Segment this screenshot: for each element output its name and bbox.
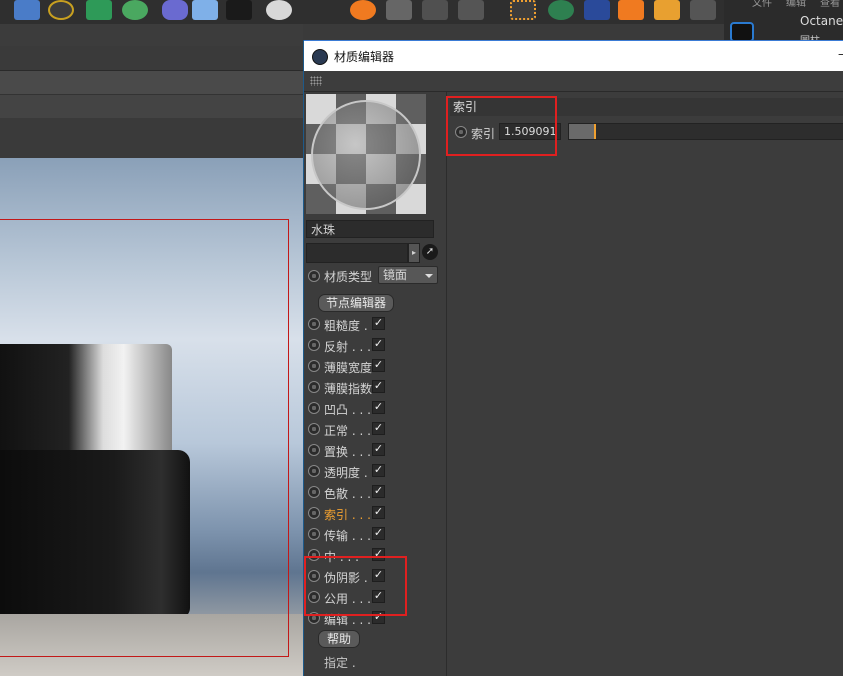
viewport-menu-bar — [0, 24, 303, 46]
object-manager-panel: 文件 编辑 查看 OctaneS 圆柱 — [724, 0, 843, 47]
material-type-radio[interactable] — [308, 270, 320, 282]
channel-row[interactable]: 置换 . . . ✓ — [308, 440, 444, 460]
channel-row[interactable]: 正常 . . . ✓ — [308, 419, 444, 439]
menu-edit[interactable]: 编辑 — [786, 0, 806, 9]
help-button[interactable]: 帮助 — [318, 630, 360, 648]
channel-checkbox[interactable]: ✓ — [372, 485, 385, 498]
snap-icon[interactable] — [458, 0, 484, 20]
cube-icon[interactable] — [14, 0, 40, 20]
viewport-toolbar — [0, 94, 303, 119]
channel-row[interactable]: 索引 . . . ✓ — [308, 503, 444, 523]
arrow-icon[interactable] — [584, 0, 610, 20]
assign-label[interactable]: 指定 . — [324, 654, 356, 671]
layer-field[interactable] — [306, 243, 408, 263]
move-icon[interactable] — [510, 0, 536, 20]
channel-radio[interactable] — [308, 318, 320, 330]
scene-item[interactable]: OctaneS — [800, 14, 843, 28]
material-preview[interactable] — [306, 94, 426, 214]
grid-icon[interactable] — [386, 0, 412, 20]
window-title: 材质编辑器 — [334, 50, 395, 64]
render-safe-frame — [0, 219, 289, 657]
channel-row[interactable]: 色散 . . . ✓ — [308, 482, 444, 502]
channel-checkbox[interactable]: ✓ — [372, 401, 385, 414]
pose-icon[interactable] — [618, 0, 644, 20]
menu-file[interactable]: 文件 — [752, 0, 772, 9]
viewport-tab-bar — [0, 70, 303, 95]
channel-label[interactable]: 反射 . . . — [324, 338, 371, 355]
material-type-label: 材质类型 — [324, 270, 373, 284]
channel-row[interactable]: 反射 . . . ✓ — [308, 335, 444, 355]
index-slider[interactable] — [568, 123, 843, 140]
preview-sphere — [311, 100, 421, 210]
channel-row[interactable]: 传输 . . . ✓ — [308, 524, 444, 544]
channel-checkbox[interactable]: ✓ — [372, 422, 385, 435]
more-icon[interactable] — [654, 0, 680, 20]
extrude-icon[interactable] — [86, 0, 112, 20]
octane-icon[interactable] — [730, 22, 754, 42]
object-icon[interactable] — [422, 0, 448, 20]
channel-label[interactable]: 透明度 . . — [324, 464, 375, 481]
material-name-field[interactable]: 水珠 — [306, 220, 434, 238]
pick-cursor-icon[interactable]: ➚ — [422, 244, 438, 260]
grip-icon[interactable] — [310, 76, 322, 86]
channel-row[interactable]: 透明度 . . ✓ — [308, 461, 444, 481]
channel-label[interactable]: 索引 . . . — [324, 506, 371, 523]
channel-checkbox[interactable]: ✓ — [372, 317, 385, 330]
material-type-row: 材质类型 镜面 — [308, 266, 444, 286]
highlight-box-index — [446, 96, 557, 156]
index-slider-knob[interactable] — [593, 124, 596, 139]
channel-row[interactable]: 粗糙度 . . . ✓ — [308, 314, 444, 334]
channel-radio[interactable] — [308, 402, 320, 414]
channel-label[interactable]: 凹凸 . . . — [324, 401, 371, 418]
editor-menu-bar — [304, 71, 843, 92]
channel-checkbox[interactable]: ✓ — [372, 527, 385, 540]
menu-view[interactable]: 查看 — [820, 0, 840, 9]
title-bar[interactable]: 材质编辑器 – — [304, 40, 843, 71]
channel-row[interactable]: 薄膜宽度 ✓ — [308, 356, 444, 376]
generator-icon[interactable] — [122, 0, 148, 20]
render-viewport[interactable] — [0, 158, 303, 676]
channel-label[interactable]: 置换 . . . — [324, 443, 371, 460]
channel-checkbox[interactable]: ✓ — [372, 464, 385, 477]
viewport-header — [0, 118, 303, 158]
index-slider-fill — [569, 124, 594, 139]
channel-radio[interactable] — [308, 486, 320, 498]
light-icon[interactable] — [266, 0, 292, 20]
channel-label[interactable]: 传输 . . . — [324, 527, 371, 544]
render-icon[interactable] — [548, 0, 574, 20]
bend-icon[interactable] — [48, 0, 74, 20]
channel-radio[interactable] — [308, 507, 320, 519]
main-toolbar — [0, 0, 843, 24]
channel-radio[interactable] — [308, 444, 320, 456]
channel-checkbox[interactable]: ✓ — [372, 506, 385, 519]
floor-icon[interactable] — [192, 0, 218, 20]
channel-checkbox[interactable]: ✓ — [372, 359, 385, 372]
minimize-button[interactable]: – — [838, 47, 843, 61]
channel-radio[interactable] — [308, 339, 320, 351]
channel-checkbox[interactable]: ✓ — [372, 443, 385, 456]
octane-s-icon[interactable] — [350, 0, 376, 20]
channel-radio[interactable] — [308, 528, 320, 540]
channel-checkbox[interactable]: ✓ — [372, 338, 385, 351]
channel-label[interactable]: 色散 . . . — [324, 485, 371, 502]
channel-radio[interactable] — [308, 465, 320, 477]
channel-checkbox[interactable]: ✓ — [372, 380, 385, 393]
layer-arrow-button[interactable]: ▸ — [408, 243, 420, 263]
channel-label[interactable]: 薄膜指数 — [324, 380, 372, 397]
highlight-box-channels — [304, 556, 407, 616]
material-type-select[interactable]: 镜面 — [378, 266, 438, 284]
channel-label[interactable]: 薄膜宽度 — [324, 359, 372, 376]
node-editor-button[interactable]: 节点编辑器 — [318, 294, 394, 312]
channel-row[interactable]: 薄膜指数 ✓ — [308, 377, 444, 397]
channel-settings-area: 索引 索引 1.509091 — [447, 92, 843, 676]
channel-radio[interactable] — [308, 381, 320, 393]
channel-row[interactable]: 凹凸 . . . ✓ — [308, 398, 444, 418]
channel-label[interactable]: 正常 . . . — [324, 422, 371, 439]
channel-radio[interactable] — [308, 423, 320, 435]
more-icon[interactable] — [690, 0, 716, 20]
deformer-icon[interactable] — [162, 0, 188, 20]
camera-icon[interactable] — [226, 0, 252, 20]
channel-radio[interactable] — [308, 360, 320, 372]
cinema4d-logo-icon — [312, 49, 328, 65]
